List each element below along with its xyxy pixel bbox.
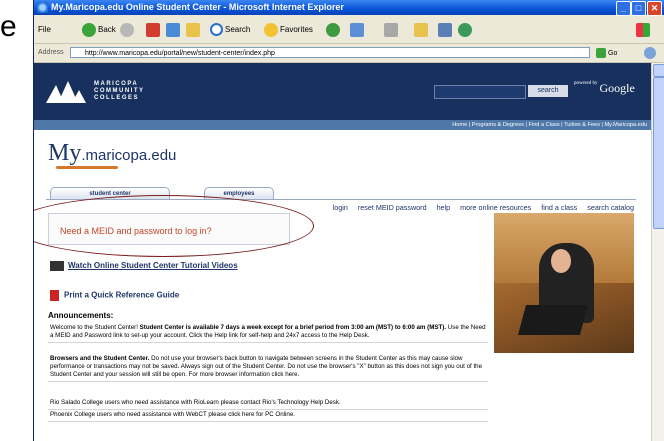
back-arrow-icon: [82, 22, 96, 37]
history-icon: [326, 22, 340, 37]
edit-button[interactable]: [414, 21, 430, 39]
magnifier-icon: [210, 23, 223, 37]
link-find-a-class[interactable]: find a class: [541, 203, 577, 212]
vertical-scrollbar[interactable]: [651, 63, 664, 441]
address-input[interactable]: http://www.maricopa.edu/portal/new/stude…: [70, 47, 590, 58]
my-maricopa-logo: My.maricopa.edu: [48, 140, 177, 166]
messenger-icon: [458, 22, 472, 37]
folder-icon: [414, 22, 428, 37]
film-icon: [50, 261, 64, 271]
back-button[interactable]: Back: [82, 21, 116, 39]
discuss-button[interactable]: [438, 21, 454, 39]
portal-links: login reset MEID password help more onli…: [284, 203, 634, 212]
search-button[interactable]: Search: [210, 21, 250, 39]
print-icon: [384, 22, 398, 37]
minimize-button[interactable]: _: [616, 1, 631, 16]
discuss-icon: [438, 22, 452, 37]
scroll-thumb[interactable]: [653, 77, 664, 229]
home-icon: [186, 22, 200, 37]
forward-button[interactable]: [120, 21, 136, 39]
title-bar: My.Maricopa.edu Online Student Center - …: [34, 0, 664, 16]
student-photo: [494, 213, 634, 353]
scroll-up-button[interactable]: [653, 64, 664, 77]
announcement-item: Phoenix College users who need assistanc…: [48, 409, 488, 422]
announcement-item: Browsers and the Student Center. Do not …: [48, 353, 488, 382]
mail-icon: [350, 22, 364, 37]
refresh-button[interactable]: [166, 21, 182, 39]
browser-toolbar: File Back Search Favorites: [34, 16, 664, 44]
go-arrow-icon: [596, 48, 606, 58]
stop-button[interactable]: [146, 21, 162, 39]
highlight-oval: [34, 195, 314, 257]
mail-button[interactable]: [350, 21, 366, 39]
maricopa-logo-icon: [46, 81, 86, 103]
link-reset-meid-password[interactable]: reset MEID password: [358, 203, 427, 212]
site-banner: MARICOPA COMMUNITY COLLEGES search power…: [34, 63, 651, 120]
link-more-online-resources[interactable]: more online resources: [460, 203, 531, 212]
site-search-button[interactable]: search: [528, 85, 568, 97]
go-button[interactable]: Go: [596, 48, 617, 58]
link-help[interactable]: help: [437, 203, 451, 212]
google-logo: powered by Google: [574, 81, 635, 95]
forward-arrow-icon: [120, 22, 134, 37]
logo-swoosh: [56, 166, 118, 169]
messenger-button[interactable]: [458, 21, 474, 39]
announcements-title: Announcements:: [48, 311, 114, 320]
announcement-item: Welcome to the Student Center! Student C…: [48, 322, 488, 343]
ie-icon: [37, 2, 48, 13]
page-content: MARICOPA COMMUNITY COLLEGES search power…: [34, 63, 651, 441]
address-label: Address: [38, 49, 64, 56]
tutorial-videos-link[interactable]: Watch Online Student Center Tutorial Vid…: [50, 261, 238, 271]
top-nav[interactable]: Home | Programs & Degrees | Find a Class…: [34, 120, 651, 130]
maricopa-wordmark: MARICOPA COMMUNITY COLLEGES: [94, 81, 145, 101]
home-button[interactable]: [186, 21, 202, 39]
print-button[interactable]: [384, 21, 400, 39]
windows-logo: [636, 21, 652, 39]
pdf-icon: [50, 290, 59, 301]
links-button[interactable]: [644, 47, 658, 59]
links-icon: [644, 47, 656, 59]
file-menu[interactable]: File: [38, 25, 51, 34]
link-login[interactable]: login: [333, 203, 348, 212]
favorites-button[interactable]: Favorites: [264, 21, 313, 39]
history-button[interactable]: [326, 21, 342, 39]
browser-window: My.Maricopa.edu Online Student Center - …: [33, 0, 664, 441]
maximize-button[interactable]: □: [631, 1, 646, 16]
slide-letter: e: [0, 10, 17, 43]
refresh-icon: [166, 22, 180, 37]
address-bar: Address http://www.maricopa.edu/portal/n…: [34, 45, 664, 63]
windows-flag-icon: [636, 22, 650, 37]
window-title: My.Maricopa.edu Online Student Center - …: [51, 2, 344, 12]
stop-icon: [146, 22, 160, 37]
close-button[interactable]: ✕: [647, 1, 662, 16]
site-search-input[interactable]: [434, 85, 526, 99]
quick-reference-link[interactable]: Print a Quick Reference Guide: [50, 290, 179, 301]
star-icon: [264, 22, 278, 37]
link-search-catalog[interactable]: search catalog: [587, 203, 634, 212]
